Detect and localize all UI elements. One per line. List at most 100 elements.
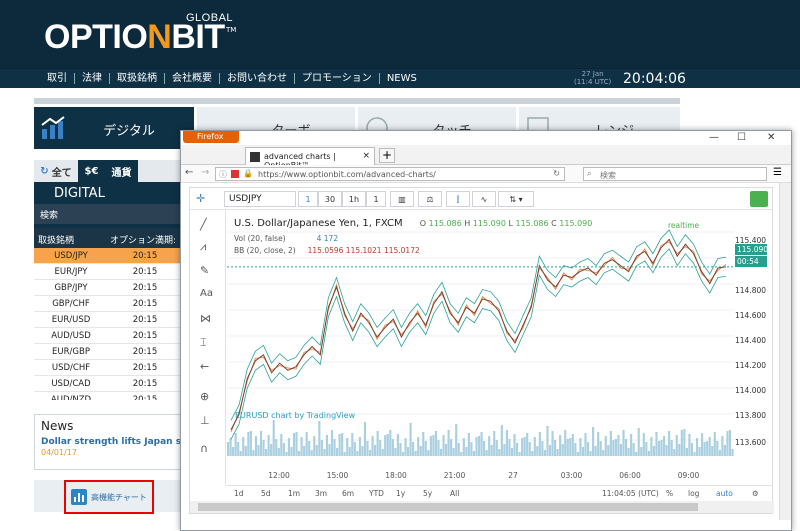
news-headline[interactable]: Dollar strength lifts Japan shares bbox=[41, 437, 209, 447]
volume-bar bbox=[379, 440, 382, 456]
interval-30-button[interactable]: 30 bbox=[318, 191, 342, 207]
indicators-icon[interactable]: ∿ bbox=[472, 191, 496, 207]
bar-style-icon[interactable]: ▥ bbox=[390, 191, 414, 207]
maximize-icon[interactable]: ☐ bbox=[737, 132, 746, 143]
volume-bar bbox=[308, 441, 311, 456]
interval-1h-button[interactable]: 1h bbox=[342, 191, 366, 207]
new-tab-button[interactable]: + bbox=[379, 148, 395, 163]
firefox-menu-button[interactable]: Firefox bbox=[183, 131, 239, 143]
sort-icon[interactable]: ⇅ ▾ bbox=[498, 191, 534, 207]
tab-close-icon[interactable]: × bbox=[362, 151, 370, 161]
nav-item[interactable]: 取引 bbox=[40, 73, 75, 84]
measure-icon[interactable]: ⌶ bbox=[200, 336, 207, 350]
volume-bar bbox=[495, 440, 498, 456]
asset-row[interactable]: AUD/USD 20:15 bbox=[34, 328, 182, 344]
range-button[interactable]: 1m bbox=[288, 489, 300, 498]
range-button[interactable]: 3m bbox=[315, 489, 327, 498]
nav-item[interactable]: NEWS bbox=[380, 73, 424, 84]
hamburger-menu-icon[interactable]: ☰ bbox=[773, 167, 782, 178]
tradingview-favicon-icon bbox=[250, 152, 260, 162]
range-button[interactable]: 1d bbox=[234, 489, 244, 498]
minimize-icon[interactable]: — bbox=[709, 132, 719, 143]
interval-1-button[interactable]: 1 bbox=[298, 191, 318, 207]
nav-item[interactable]: 会社概要 bbox=[165, 73, 220, 84]
firefox-window: Firefox — ☐ ✕ advanced charts | OptionBi… bbox=[180, 130, 792, 531]
camera-icon[interactable] bbox=[750, 191, 768, 207]
range-button[interactable]: 5y bbox=[423, 489, 432, 498]
volume-bar bbox=[259, 431, 263, 456]
percent-toggle[interactable]: % bbox=[666, 489, 673, 498]
volume-bar bbox=[297, 451, 301, 456]
advanced-chart-button[interactable]: 高機能チャート bbox=[64, 480, 154, 514]
volume-bar bbox=[381, 449, 384, 456]
browser-search[interactable]: ⌕ 検索 bbox=[583, 167, 767, 181]
asset-row[interactable]: USD/CAD 20:15 bbox=[34, 376, 182, 392]
chart-scroll-thumb[interactable] bbox=[198, 503, 698, 511]
asset-row[interactable]: GBP/CHF 20:15 bbox=[34, 296, 182, 312]
text-tool-icon[interactable]: Aa bbox=[200, 288, 213, 299]
pattern-icon[interactable]: ⋈ bbox=[200, 312, 211, 325]
reload-icon[interactable]: ↻ bbox=[553, 169, 560, 178]
crosshair-icon[interactable]: ✛ bbox=[196, 192, 205, 205]
candles-icon[interactable]: ⫿ bbox=[446, 191, 470, 207]
volume-bar bbox=[480, 432, 483, 456]
tab-digital[interactable]: デジタル bbox=[34, 107, 194, 149]
nav-item[interactable]: お問い合わせ bbox=[220, 73, 295, 84]
nav-item[interactable]: プロモーション bbox=[295, 73, 380, 84]
filter-other[interactable] bbox=[138, 160, 182, 182]
back-icon[interactable]: ← bbox=[185, 167, 193, 178]
filter-all[interactable]: ↻ 全て bbox=[34, 160, 78, 182]
section-title: DIGITAL bbox=[34, 182, 182, 204]
auto-toggle[interactable]: auto bbox=[716, 489, 733, 498]
asset-row[interactable]: EUR/GBP 20:15 bbox=[34, 344, 182, 360]
range-button[interactable]: 5d bbox=[261, 489, 271, 498]
forward-icon[interactable]: → bbox=[201, 167, 209, 178]
volume-bar bbox=[619, 444, 623, 456]
browser-tab[interactable]: advanced charts | OptionBit™ × bbox=[245, 147, 375, 170]
volume-bar bbox=[424, 441, 427, 456]
asset-row[interactable]: EUR/USD 20:15 bbox=[34, 312, 182, 328]
volume-bar bbox=[723, 445, 726, 456]
browser-tabstrip: advanced charts | OptionBit™ × + bbox=[181, 145, 791, 170]
zoom-icon[interactable]: ⊕ bbox=[200, 390, 209, 403]
col-asset: 取扱銘柄 bbox=[38, 236, 75, 246]
interval-custom-button[interactable]: 1 bbox=[366, 191, 386, 207]
volume-bar bbox=[401, 452, 405, 456]
fib-icon[interactable]: ⩘ bbox=[200, 240, 206, 254]
asset-symbol: GBP/JPY bbox=[54, 283, 88, 293]
compare-icon[interactable]: ⚖ bbox=[418, 191, 442, 207]
range-button[interactable]: YTD bbox=[369, 489, 384, 498]
arrow-icon[interactable]: ← bbox=[200, 360, 209, 373]
magnet-icon[interactable]: ∩ bbox=[200, 442, 208, 455]
range-button[interactable]: 6m bbox=[342, 489, 354, 498]
brush-icon[interactable]: ✎ bbox=[200, 264, 209, 277]
range-button[interactable]: All bbox=[450, 489, 459, 498]
range-button[interactable]: 1y bbox=[396, 489, 405, 498]
asset-row[interactable]: GBP/JPY 20:15 bbox=[34, 280, 182, 296]
volume-bar bbox=[597, 432, 600, 456]
price-tick: 114.400 bbox=[735, 336, 767, 345]
asset-row[interactable]: EUR/JPY 20:15 bbox=[34, 264, 182, 280]
close-window-icon[interactable]: ✕ bbox=[767, 132, 775, 143]
volume-bar bbox=[348, 447, 351, 456]
url-bar[interactable]: ⓘ 🔒 https://www.optionbit.com/advanced-c… bbox=[215, 167, 565, 181]
price-chart[interactable]: EURUSD chart by TradingView 12:00 15:00 18:… bbox=[227, 210, 734, 485]
symbol-input[interactable]: USDJPY bbox=[224, 191, 296, 207]
asset-search[interactable]: 検索 bbox=[34, 204, 182, 224]
chart-scrollbar[interactable] bbox=[190, 501, 774, 513]
volume-bar bbox=[257, 445, 260, 456]
volume-bar bbox=[548, 445, 552, 456]
nav-item[interactable]: 法律 bbox=[75, 73, 110, 84]
filter-currency[interactable]: $€ 通貨 bbox=[78, 160, 138, 182]
asset-row[interactable]: USD/CHF 20:15 bbox=[34, 360, 182, 376]
volume-bar bbox=[645, 442, 648, 456]
page-scrollbar[interactable] bbox=[779, 183, 791, 520]
settings-gear-icon[interactable]: ⚙ bbox=[752, 489, 759, 498]
log-toggle[interactable]: log bbox=[688, 489, 699, 498]
ruler-icon[interactable]: ⊥ bbox=[200, 414, 210, 427]
trend-line-icon[interactable]: ╱ bbox=[200, 218, 207, 231]
volume-bar bbox=[247, 432, 250, 456]
nav-item[interactable]: 取扱銘柄 bbox=[110, 73, 165, 84]
asset-row[interactable]: AUD/NZD 20:15 bbox=[34, 392, 182, 400]
asset-row[interactable]: USD/JPY 20:15 bbox=[34, 248, 182, 264]
